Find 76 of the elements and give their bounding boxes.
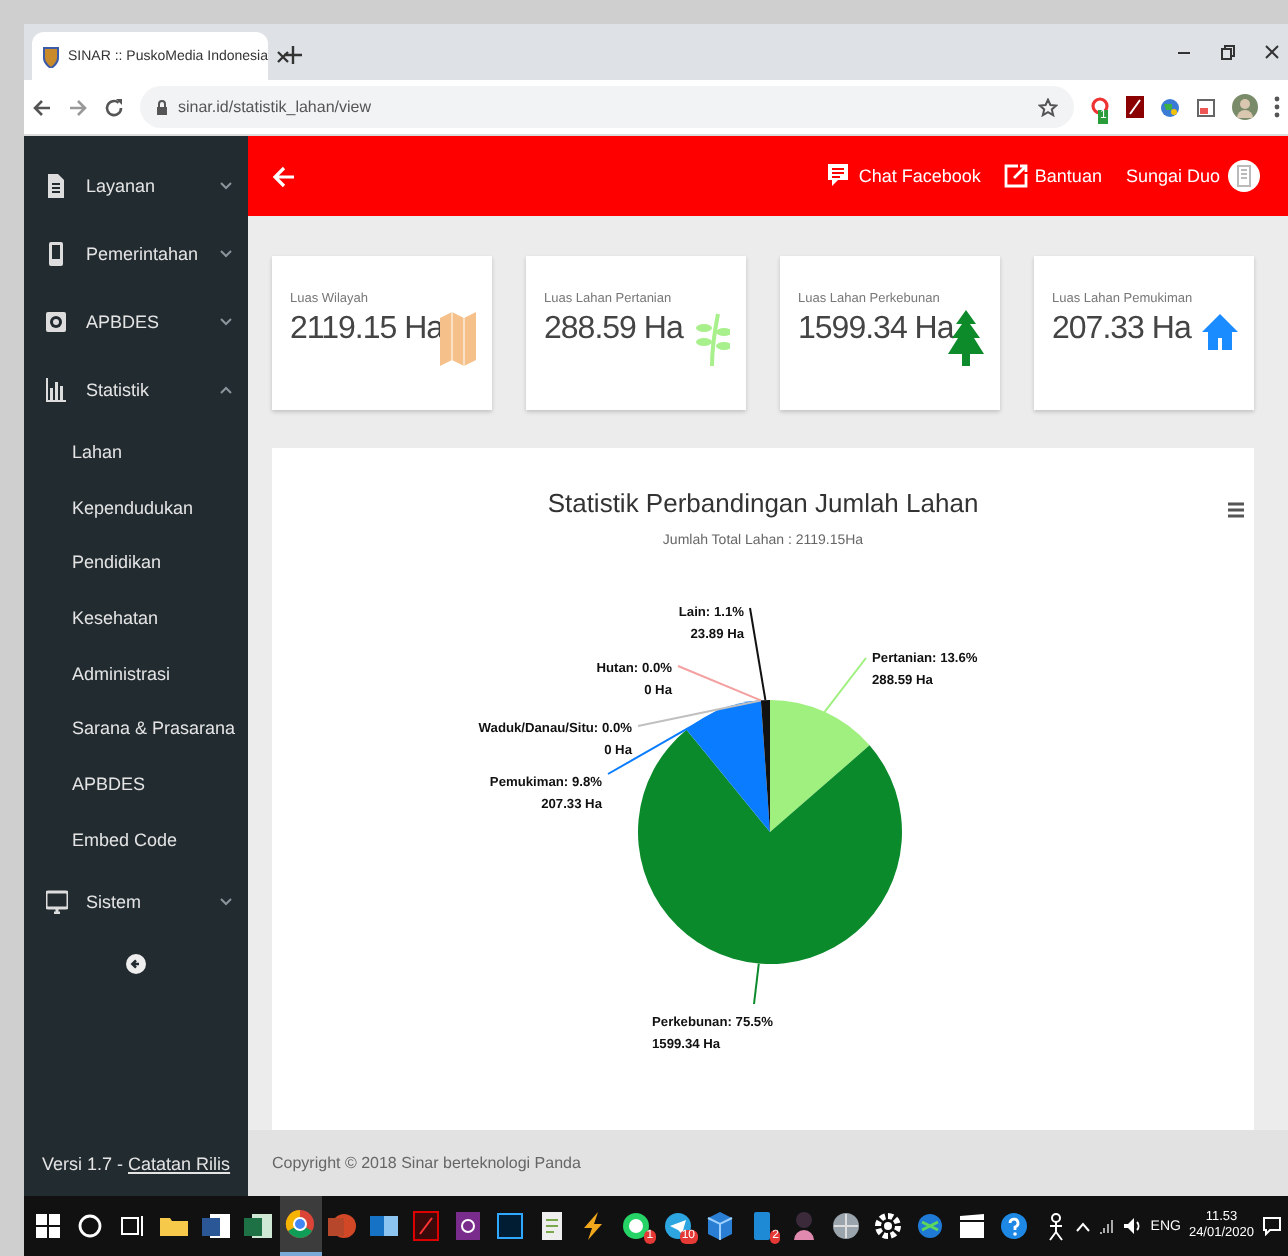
phone-icon (46, 242, 68, 266)
avatar-icon (1228, 160, 1260, 192)
restore-icon[interactable] (1220, 44, 1236, 60)
pdf-icon (410, 1210, 443, 1242)
chart-title: Statistik Perbandingan Jumlah Lahan (545, 486, 981, 520)
external-link-icon (1004, 164, 1029, 188)
reload-icon[interactable] (104, 97, 124, 117)
paper-plane-icon (662, 1210, 695, 1242)
document-icon (46, 174, 68, 198)
arrow-circle-icon[interactable] (126, 953, 146, 973)
submenu-item[interactable]: APBDES (72, 773, 146, 794)
sidebar-item[interactable]: Pemerintahan (24, 220, 248, 288)
menu-icon[interactable] (1274, 96, 1280, 118)
new-tab-icon[interactable] (284, 46, 302, 64)
card-value: 207.33 Ha (1052, 312, 1194, 348)
address-bar[interactable]: sinar.id/statistik_lahan/view (140, 86, 1074, 128)
version-text: Versi 1.7 - Catatan Rilis (41, 1153, 231, 1173)
sidebar-item[interactable]: Layanan (24, 152, 248, 220)
image-editor-icon (494, 1210, 527, 1242)
app-icon (452, 1210, 485, 1242)
star-icon[interactable] (1038, 97, 1058, 117)
browser-icon (284, 1208, 317, 1240)
submenu-item[interactable]: Pendidikan (72, 552, 162, 573)
footer-text: Copyright © 2018 Sinar berteknologi Panda (248, 1130, 1288, 1196)
help-icon (997, 1210, 1030, 1242)
pdf-icon[interactable] (1126, 96, 1144, 118)
back-icon[interactable] (32, 97, 52, 117)
submenu-item[interactable]: Embed Code (72, 829, 178, 850)
chevron-up-icon[interactable] (1076, 1221, 1091, 1231)
cube-icon (703, 1210, 736, 1242)
close-icon[interactable] (276, 49, 290, 63)
clapperboard-icon (955, 1210, 988, 1242)
globe-icon[interactable] (1160, 97, 1180, 117)
presentation-icon (326, 1210, 359, 1242)
extension-icon[interactable] (1090, 95, 1110, 119)
search-icon (74, 1210, 107, 1242)
wifi-icon[interactable] (1098, 1218, 1117, 1234)
sidebar-item[interactable]: APBDES (24, 288, 248, 356)
window-icon[interactable] (1196, 97, 1216, 117)
task-view-icon (116, 1210, 149, 1242)
mail-icon (368, 1210, 401, 1242)
submenu-item[interactable]: Administrasi (72, 663, 171, 684)
start-icon (32, 1210, 65, 1242)
forward-icon[interactable] (68, 97, 88, 117)
chat-icon (828, 164, 853, 188)
shield-icon (42, 45, 60, 67)
chat-icon (620, 1210, 653, 1242)
release-notes-link[interactable]: Catatan Rilis (128, 1153, 231, 1173)
card-value: 288.59 Ha (544, 312, 686, 348)
spreadsheet-icon (242, 1210, 275, 1242)
network-icon (913, 1210, 946, 1242)
volume-icon[interactable] (1124, 1218, 1143, 1234)
sidebar-item[interactable]: Sistem (24, 867, 248, 935)
leader-line (823, 657, 867, 713)
taskbar-button[interactable] (279, 1196, 322, 1256)
bar-chart-icon (46, 378, 68, 402)
settings-icon (871, 1210, 904, 1242)
leader-line (753, 962, 760, 1005)
submenu-item[interactable]: Kependudukan (72, 497, 194, 518)
user-menu[interactable]: Sungai Duo (1125, 160, 1260, 192)
document-icon (200, 1210, 233, 1242)
submenu-item[interactable]: Sarana & Prasarana (72, 718, 236, 739)
close-icon[interactable] (1264, 44, 1280, 60)
submenu-item[interactable]: Kesehatan (72, 607, 159, 628)
monitor-icon (46, 889, 68, 913)
sidebar-item[interactable]: Statistik (24, 356, 248, 424)
back-arrow-icon[interactable] (272, 165, 296, 187)
globe-icon (829, 1210, 862, 1242)
coin-icon (46, 310, 68, 334)
lock-icon (156, 99, 168, 115)
submenu-item[interactable]: Lahan (72, 441, 123, 462)
notification-icon[interactable] (1262, 1216, 1282, 1236)
header-link[interactable]: Bantuan (1004, 164, 1102, 188)
menu-icon[interactable] (1228, 502, 1244, 518)
avatar-icon[interactable] (1232, 94, 1258, 120)
header-link[interactable]: Chat Facebook (828, 164, 981, 188)
